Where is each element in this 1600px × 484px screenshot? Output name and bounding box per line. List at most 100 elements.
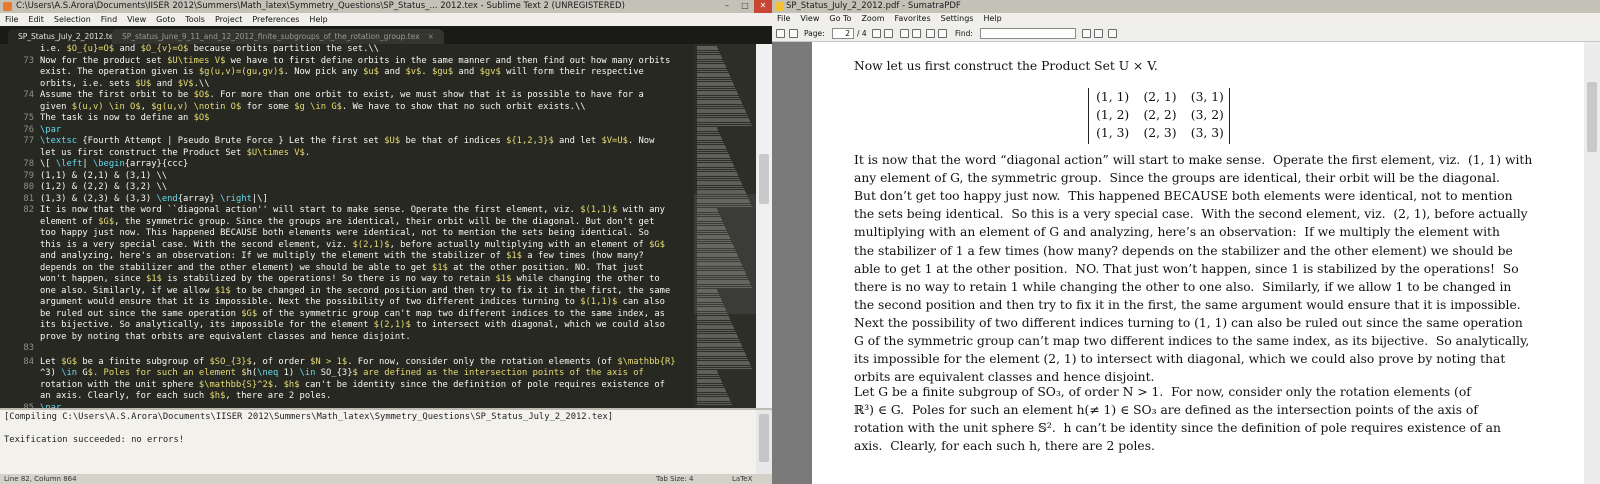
code-line[interactable]: It is now that the word ``diagonal actio… xyxy=(40,205,665,217)
code-line[interactable]: and analyzing, here's an observation: If… xyxy=(40,251,644,263)
next-page-icon[interactable] xyxy=(884,29,893,38)
code-line[interactable]: (1,1) & (2,1) & (3,1) \\ xyxy=(40,171,167,183)
page-total: / 4 xyxy=(857,29,867,38)
matrix-row: (1, 1) (2, 1) (3, 1) xyxy=(1089,88,1231,106)
code-line[interactable]: let us first construct the Product Set $… xyxy=(40,148,310,160)
sumatra-menu-help[interactable]: Help xyxy=(978,13,1006,25)
sublime-menu-goto[interactable]: Goto xyxy=(151,13,180,26)
code-line[interactable]: too happy just now. This happened BECAUS… xyxy=(40,228,649,240)
product-set-matrix: (1, 1) (2, 1) (3, 1) (1, 2) (2, 2) (3, 2) (1, … xyxy=(1088,88,1230,144)
minimize-icon[interactable]: – xyxy=(718,0,736,13)
code-line[interactable]: i.e. $O_{u}=O$ and $O_{v}=O$ because orb… xyxy=(40,44,379,56)
document-scrollbar[interactable] xyxy=(1584,42,1600,484)
close-icon[interactable]: ✕ xyxy=(754,0,772,13)
tab-size-indicator[interactable]: Tab Size: 4 xyxy=(656,474,693,484)
find-prev-icon[interactable] xyxy=(1082,29,1091,38)
match-case-icon[interactable] xyxy=(1108,29,1117,38)
code-line[interactable]: orbits, i.e. sets $U$ and $V$.\\ xyxy=(40,79,210,91)
code-line[interactable]: be ruled out since the same operation $G… xyxy=(40,309,665,321)
close-tab-icon[interactable]: × xyxy=(428,32,434,41)
code-line[interactable]: given $(u,v) \in O$, $g(u,v) \notin O$ f… xyxy=(40,102,586,114)
minimap[interactable] xyxy=(694,44,756,408)
sublime-menu-project[interactable]: Project xyxy=(210,13,247,26)
document-view[interactable]: (1, 1) (2, 1) (3, 1) (1, 2) (2, 2) (3, 2) (1, … xyxy=(772,42,1600,484)
matrix-cell: (3, 3) xyxy=(1190,126,1224,140)
console-scrollbar[interactable] xyxy=(756,410,772,474)
pdf-text-line: able to get 1 at the other position. NO.… xyxy=(854,261,1519,276)
find-next-icon[interactable] xyxy=(1094,29,1103,38)
code-line[interactable]: won't happen, since $1$ is stabilized by… xyxy=(40,274,660,286)
code-line[interactable]: \textsc {Fourth Attempt | Pseudo Brute F… xyxy=(40,136,654,148)
code-line[interactable]: Let $G$ be a finite subgroup of $SO_{3}$… xyxy=(40,357,676,369)
open-file-icon[interactable] xyxy=(776,29,785,38)
sublime-menu-selection[interactable]: Selection xyxy=(49,13,96,26)
find-input[interactable] xyxy=(980,28,1076,39)
sublime-app-icon xyxy=(3,2,12,11)
code-line[interactable]: ^3) \in G$. Poles for such an element $h… xyxy=(40,368,644,380)
code-line[interactable]: Assume the first orbit to be $O$. For mo… xyxy=(40,90,644,102)
sublime-menu-find[interactable]: Find xyxy=(96,13,122,26)
console-scrollbar-thumb[interactable] xyxy=(759,414,769,462)
sublime-menu-edit[interactable]: Edit xyxy=(23,13,49,26)
sumatra-menu-file[interactable]: File xyxy=(772,13,795,25)
print-icon[interactable] xyxy=(789,29,798,38)
sumatra-toolbar: Page: 2 / 4 Find: xyxy=(772,25,1600,42)
sumatra-menu-favorites[interactable]: Favorites xyxy=(890,13,936,25)
line-number: 79 xyxy=(23,170,34,181)
editor-scrollbar-thumb[interactable] xyxy=(759,154,769,204)
sublime-menu-file[interactable]: File xyxy=(0,13,23,26)
sublime-menu-preferences[interactable]: Preferences xyxy=(247,13,304,26)
code-line[interactable]: an axis. Clearly, for each such $h$, the… xyxy=(40,391,331,403)
prev-page-icon[interactable] xyxy=(872,29,881,38)
sumatra-menu-settings[interactable]: Settings xyxy=(936,13,979,25)
line-number: 83 xyxy=(23,343,34,353)
line-number: 76 xyxy=(23,124,34,135)
matrix-cell: (1, 2) xyxy=(1096,108,1130,122)
editor-scrollbar[interactable] xyxy=(756,44,772,408)
pdf-text-line: Let G be a finite subgroup of SO₃, of or… xyxy=(854,385,1471,399)
code-line[interactable]: \par xyxy=(40,125,61,137)
code-line[interactable]: (1,3) & (2,3) & (3,3) \end{array} \right… xyxy=(40,194,268,206)
build-output-panel[interactable]: [Compiling C:\Users\A.S.Arora\Documents\… xyxy=(0,408,772,474)
pdf-text-line: the sets being identical. So this is a v… xyxy=(854,207,1528,222)
sublime-menu-help[interactable]: Help xyxy=(304,13,332,26)
code-editor[interactable]: i.e. $O_{u}=O$ and $O_{v}=O$ because orb… xyxy=(0,44,772,408)
code-line[interactable]: \[ \left| \begin{array}{ccc} xyxy=(40,159,188,171)
code-line[interactable]: depends on the stabilizer and the other … xyxy=(40,263,644,275)
fit-width-icon[interactable] xyxy=(912,29,921,38)
code-line[interactable]: argument would ensure that it is impossi… xyxy=(40,297,665,309)
line-number: 78 xyxy=(23,159,34,169)
sumatra-title-bar[interactable]: SP_Status_July_2_2012.pdf - SumatraPDF xyxy=(772,0,1600,13)
sublime-menu-view[interactable]: View xyxy=(122,13,151,26)
sumatra-menu-view[interactable]: View xyxy=(795,13,824,25)
zoom-out-icon[interactable] xyxy=(926,29,935,38)
sublime-menu-tools[interactable]: Tools xyxy=(180,13,210,26)
code-line[interactable]: (1,2) & (2,2) & (3,2) \\ xyxy=(40,182,167,194)
sumatra-menu-zoom[interactable]: Zoom xyxy=(856,13,889,25)
maximize-icon[interactable]: □ xyxy=(736,0,754,13)
document-scrollbar-thumb[interactable] xyxy=(1587,82,1597,152)
code-line[interactable]: rotation with the unit sphere $\mathbb{S… xyxy=(40,380,665,392)
fit-page-icon[interactable] xyxy=(900,29,909,38)
line-number xyxy=(0,286,34,298)
code-line[interactable]: this is a very special case. With the se… xyxy=(40,240,665,252)
line-number xyxy=(0,67,34,79)
sublime-title-bar[interactable]: C:\Users\A.S.Arora\Documents\IISER 2012\… xyxy=(0,0,772,13)
code-line[interactable]: its bijective. So analytically, its impo… xyxy=(40,320,665,332)
line-number xyxy=(0,332,34,344)
matrix-cell: (1, 1) xyxy=(1096,90,1130,104)
code-line[interactable]: exist. The operation given is $g(u,v)=(g… xyxy=(40,67,644,79)
code-line[interactable]: one also. Similarly, if we allow $1$ to … xyxy=(40,286,670,298)
code-line[interactable]: The task is now to define an $O$ xyxy=(40,113,209,125)
line-number xyxy=(0,391,34,403)
zoom-in-icon[interactable] xyxy=(938,29,947,38)
line-number xyxy=(0,217,34,229)
line-number xyxy=(0,297,34,309)
sumatra-menu-go-to[interactable]: Go To xyxy=(824,13,856,25)
code-line[interactable]: element of $G$, the symmetric group. Sin… xyxy=(40,217,654,229)
page-number-input[interactable]: 2 xyxy=(832,28,854,39)
code-line[interactable]: Now for the product set $U\times V$ we h… xyxy=(40,56,670,68)
syntax-indicator[interactable]: LaTeX xyxy=(732,474,752,484)
code-line[interactable]: prove by noting that orbits are equivale… xyxy=(40,332,411,344)
editor-tab[interactable]: SP_status_June_9_11_and_12_2012_finite_s… xyxy=(112,29,444,44)
